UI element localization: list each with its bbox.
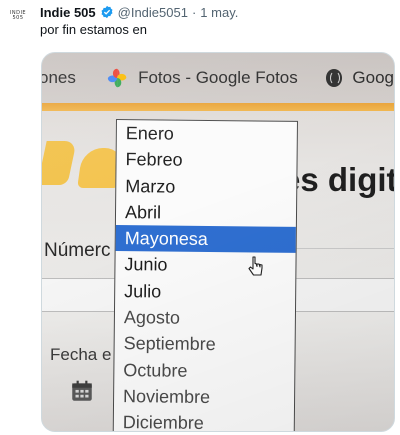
form-input bbox=[294, 278, 394, 312]
cursor-icon bbox=[248, 256, 263, 276]
month-option[interactable]: Diciembre bbox=[114, 409, 294, 431]
globe-icon bbox=[325, 69, 343, 87]
month-dropdown[interactable]: Enero Febreo Marzo Abril Mayonesa Junio … bbox=[112, 119, 298, 431]
month-option[interactable]: Agosto bbox=[115, 304, 295, 332]
calendar-icon bbox=[72, 380, 92, 401]
date-label: Fecha e bbox=[50, 345, 112, 364]
bookmark-fragment-left: ones bbox=[41, 68, 76, 87]
month-option-selected[interactable]: Mayonesa bbox=[115, 225, 296, 254]
month-option[interactable]: Marzo bbox=[116, 173, 296, 201]
month-option[interactable]: Septiembre bbox=[115, 330, 295, 358]
month-option[interactable]: Junio bbox=[115, 251, 295, 279]
tweet-date[interactable]: 1 may. bbox=[200, 5, 238, 20]
accent-bar bbox=[42, 103, 394, 111]
separator-dot: · bbox=[191, 4, 197, 20]
month-option[interactable]: Enero bbox=[117, 120, 297, 148]
bookmark-fragment-right: Goog bbox=[352, 68, 394, 87]
month-option[interactable]: Noviembre bbox=[114, 383, 294, 411]
avatar[interactable]: INDIE 505 bbox=[0, 2, 36, 30]
number-label: Númerc bbox=[44, 240, 111, 261]
month-option[interactable]: Abril bbox=[116, 199, 296, 227]
handle[interactable]: @Indie5051 bbox=[118, 5, 188, 20]
bookmark-google-photos: Fotos - Google Fotos bbox=[138, 68, 298, 87]
google-photos-icon bbox=[107, 68, 127, 88]
bookmarks-bar: ones Fotos - Google Fotos Goog bbox=[42, 53, 394, 103]
verified-icon bbox=[101, 5, 113, 19]
divider bbox=[290, 248, 394, 249]
avatar-line-2: 505 bbox=[12, 15, 24, 21]
display-name[interactable]: Indie 505 bbox=[40, 5, 96, 20]
month-option[interactable]: Febreo bbox=[116, 146, 296, 174]
month-option[interactable]: Julio bbox=[115, 278, 295, 306]
tweet-photo[interactable]: ones Fotos - Google Fotos Goog es digit … bbox=[41, 52, 395, 432]
tweet-text: por fin estamos en bbox=[40, 22, 147, 37]
tweet-header: Indie 505 @Indie5051 · 1 may. bbox=[40, 3, 238, 21]
logo-shape bbox=[42, 141, 77, 185]
month-option[interactable]: Octubre bbox=[114, 357, 294, 385]
page-heading: es digit bbox=[282, 161, 395, 198]
